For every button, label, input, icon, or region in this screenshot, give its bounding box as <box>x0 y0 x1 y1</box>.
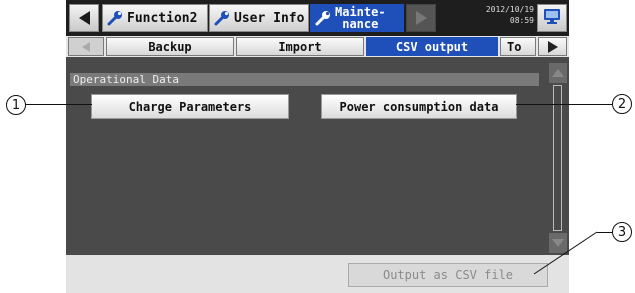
monitor-icon <box>542 7 562 29</box>
tab-maintenance-label-line2: nance <box>342 17 379 31</box>
datetime-display: 2012/10/19 08:59 <box>484 4 534 26</box>
wrench-icon <box>103 4 127 32</box>
right-arrow-icon <box>415 11 427 25</box>
scroll-up-button[interactable] <box>549 63 567 83</box>
subtab-bar: Backup Import CSV output To <box>66 36 569 57</box>
subtab-csv-output[interactable]: CSV output <box>366 37 498 56</box>
tab-function2[interactable]: Function2 <box>102 4 208 32</box>
callout-1-leader <box>26 104 92 105</box>
time-text: 08:59 <box>509 16 534 25</box>
tab-user-info-label: User Info <box>234 10 305 26</box>
nav-next-button[interactable] <box>406 4 436 32</box>
nav-prev-button[interactable] <box>69 4 99 32</box>
tab-user-info[interactable]: User Info <box>209 4 309 32</box>
scroll-track[interactable] <box>553 85 562 231</box>
left-arrow-icon <box>82 41 90 52</box>
subtab-backup[interactable]: Backup <box>106 37 234 56</box>
subtab-prev-button[interactable] <box>68 37 104 56</box>
right-arrow-icon <box>547 40 558 53</box>
callout-1: 1 <box>6 95 26 115</box>
footer-bar: Output as CSV file <box>66 255 569 293</box>
up-arrow-icon <box>552 69 564 77</box>
vertical-scrollbar[interactable] <box>547 57 569 255</box>
callout-3: 3 <box>612 222 632 242</box>
main-screen: Function2 User Info Mainte- nance 2012/1… <box>66 0 569 293</box>
tab-function2-label: Function2 <box>127 10 198 26</box>
subtab-to[interactable]: To <box>500 37 536 56</box>
callout-3-leader-diagonal <box>533 231 598 275</box>
callout-2: 2 <box>612 94 632 114</box>
monitor-button[interactable] <box>537 4 567 32</box>
section-header: Operational Data <box>70 73 539 86</box>
charge-parameters-button[interactable]: Charge Parameters <box>91 94 289 119</box>
content-area: Operational Data Charge Parameters Power… <box>66 57 547 255</box>
date-text: 2012/10/19 <box>485 5 534 14</box>
power-consumption-button[interactable]: Power consumption data <box>321 94 517 119</box>
callout-2-leader <box>516 104 612 105</box>
wrench-icon <box>210 4 234 32</box>
subtab-next-button[interactable] <box>538 37 567 56</box>
tab-maintenance-label: Mainte- nance <box>335 6 386 30</box>
output-csv-button[interactable]: Output as CSV file <box>348 263 548 287</box>
top-nav-bar: Function2 User Info Mainte- nance 2012/1… <box>66 0 569 36</box>
left-arrow-icon <box>78 11 90 25</box>
wrench-icon <box>311 4 335 32</box>
subtab-import[interactable]: Import <box>236 37 364 56</box>
tab-maintenance[interactable]: Mainte- nance <box>310 4 404 32</box>
